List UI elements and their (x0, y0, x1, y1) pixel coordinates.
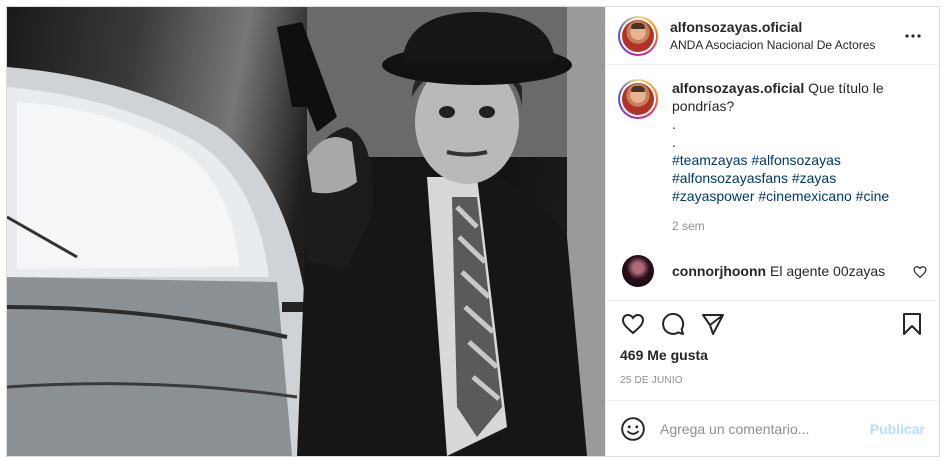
comment-avatar[interactable] (622, 255, 654, 287)
caption-timestamp[interactable]: 2 sem (672, 217, 925, 235)
caption-dot: . (672, 134, 676, 150)
caption-dot: . (672, 116, 676, 132)
comments-section[interactable]: alfonsozayas.oficial Que título le pondr… (606, 65, 939, 300)
comment-input[interactable] (660, 420, 870, 437)
hashtag-link[interactable]: #zayas (792, 170, 836, 186)
caption-author[interactable]: alfonsozayas.oficial (672, 80, 804, 96)
hashtag-link[interactable]: #teamzayas (672, 152, 747, 168)
post-date[interactable]: 25 DE JUNIO (620, 375, 925, 386)
comment-heart-icon[interactable] (913, 265, 927, 279)
hashtag-link[interactable]: #cinemexicano (758, 188, 851, 204)
paper-plane-icon[interactable] (700, 311, 726, 337)
post-sidebar: alfonsozayas.oficial ANDA Asociacion Nac… (605, 7, 939, 456)
publish-button[interactable]: Publicar (870, 421, 925, 437)
avatar[interactable] (618, 15, 658, 56)
hashtag-link[interactable]: #alfonsozayasfans (672, 170, 788, 186)
comment-author[interactable]: connorjhoonn (672, 263, 766, 279)
actions-area: 469 Me gusta 25 DE JUNIO (606, 300, 939, 400)
avatar-image (622, 19, 654, 52)
more-options-icon[interactable] (901, 24, 925, 48)
caption: alfonsozayas.oficial Que título le pondr… (618, 79, 925, 235)
heart-icon[interactable] (620, 311, 646, 337)
comment-icon[interactable] (660, 311, 686, 337)
likes-count[interactable]: 469 Me gusta (620, 347, 925, 363)
avatar-image (622, 83, 654, 115)
bookmark-icon[interactable] (899, 311, 925, 337)
comment-item: connorjhoonn El agente 00zayas (618, 255, 927, 287)
action-bar (620, 301, 925, 347)
hashtag-link[interactable]: #alfonsozayas (751, 152, 841, 168)
smiley-icon[interactable] (620, 416, 646, 442)
caption-avatar[interactable] (618, 79, 658, 119)
hashtag-link[interactable]: #cine (856, 188, 889, 204)
post-card: alfonsozayas.oficial ANDA Asociacion Nac… (6, 6, 940, 457)
header-location[interactable]: ANDA Asociacion Nacional De Actores (670, 38, 901, 52)
post-photo (7, 7, 605, 456)
comment-text: El agente 00zayas (769, 263, 886, 279)
post-header: alfonsozayas.oficial ANDA Asociacion Nac… (606, 7, 939, 65)
post-image[interactable] (7, 7, 605, 456)
header-username[interactable]: alfonsozayas.oficial (670, 19, 901, 35)
caption-hashtags: #teamzayas #alfonsozayas #alfonsozayasfa… (672, 151, 925, 205)
add-comment-bar: Publicar (606, 400, 939, 456)
hashtag-link[interactable]: #zayaspower (672, 188, 755, 204)
